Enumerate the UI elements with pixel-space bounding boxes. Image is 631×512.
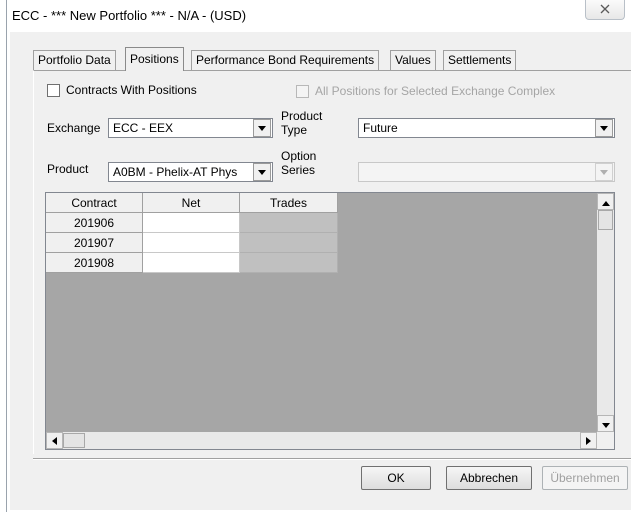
tab-label: Positions <box>130 52 179 66</box>
cancel-button[interactable]: Abbrechen <box>446 466 532 490</box>
scroll-left-button[interactable] <box>46 432 63 449</box>
exchange-select[interactable]: ECC - EEX <box>108 118 273 138</box>
product-type-select-value: Future <box>363 121 398 135</box>
column-header-trades[interactable]: Trades <box>240 193 338 213</box>
vertical-scroll-thumb[interactable] <box>598 210 613 230</box>
contract-cell[interactable]: 201906 <box>46 213 143 233</box>
tab-values[interactable]: Values <box>390 50 436 70</box>
trades-cell[interactable] <box>240 233 338 253</box>
close-icon <box>600 3 610 17</box>
chevron-down-icon[interactable] <box>253 163 271 181</box>
column-header-contract[interactable]: Contract <box>46 193 143 213</box>
tab-settlements[interactable]: Settlements <box>443 50 517 70</box>
apply-button: Übernehmen <box>542 466 628 490</box>
product-type-label-line1: Product <box>281 109 323 123</box>
button-separator <box>33 458 631 460</box>
trades-cell[interactable] <box>240 213 338 233</box>
net-cell[interactable] <box>143 213 240 233</box>
chevron-down-icon[interactable] <box>253 119 271 137</box>
trades-cell[interactable] <box>240 253 338 273</box>
scrollbar-corner <box>597 432 614 449</box>
product-type-label: Product Type <box>281 110 322 136</box>
tab-label: Values <box>395 53 431 67</box>
net-cell[interactable] <box>143 233 240 253</box>
tab-portfolio-data[interactable]: Portfolio Data <box>33 50 116 70</box>
horizontal-scrollbar[interactable] <box>46 432 597 449</box>
ok-button[interactable]: OK <box>361 466 431 490</box>
all-positions-label: All Positions for Selected Exchange Comp… <box>315 84 556 98</box>
product-label: Product <box>47 162 89 176</box>
contract-cell[interactable]: 201907 <box>46 233 143 253</box>
exchange-label: Exchange <box>47 121 101 135</box>
column-header-net[interactable]: Net <box>143 193 240 213</box>
exchange-select-value: ECC - EEX <box>113 121 174 135</box>
chevron-down-icon <box>595 163 613 181</box>
net-cell[interactable] <box>143 253 240 273</box>
option-series-label: Option Series <box>281 150 316 176</box>
arrow-up-icon <box>601 195 610 209</box>
contract-cell[interactable]: 201908 <box>46 253 143 273</box>
arrow-left-icon <box>52 434 57 448</box>
tab-positions[interactable]: Positions <box>125 47 184 71</box>
all-positions-checkbox <box>296 85 309 98</box>
contracts-with-positions-checkbox[interactable] <box>47 84 60 97</box>
window-title: ECC - *** New Portfolio *** - N/A - (USD… <box>12 8 247 23</box>
arrow-down-icon <box>601 417 610 431</box>
horizontal-scroll-thumb[interactable] <box>63 433 85 448</box>
option-series-label-line1: Option <box>281 149 317 163</box>
tab-label: Portfolio Data <box>38 53 111 67</box>
product-select-value: A0BM - Phelix-AT Phys <box>113 165 238 179</box>
tab-performance-bond-requirements[interactable]: Performance Bond Requirements <box>191 50 380 70</box>
arrow-right-icon <box>586 434 591 448</box>
window-border <box>6 0 7 512</box>
option-series-label-line2: Series <box>281 163 316 177</box>
tab-label: Settlements <box>448 53 512 67</box>
contracts-with-positions-label: Contracts With Positions <box>66 83 197 97</box>
product-select[interactable]: A0BM - Phelix-AT Phys <box>108 162 273 182</box>
close-button[interactable] <box>585 0 625 20</box>
product-type-select[interactable]: Future <box>358 118 615 138</box>
product-type-label-line2: Type <box>281 123 308 137</box>
scroll-up-button[interactable] <box>597 193 614 210</box>
option-series-select <box>358 162 615 182</box>
chevron-down-icon[interactable] <box>595 119 613 137</box>
scroll-right-button[interactable] <box>580 432 597 449</box>
scroll-down-button[interactable] <box>597 415 614 432</box>
positions-grid[interactable]: Contract Net Trades 201906 201907 201908 <box>45 192 615 450</box>
tab-label: Performance Bond Requirements <box>196 53 375 67</box>
